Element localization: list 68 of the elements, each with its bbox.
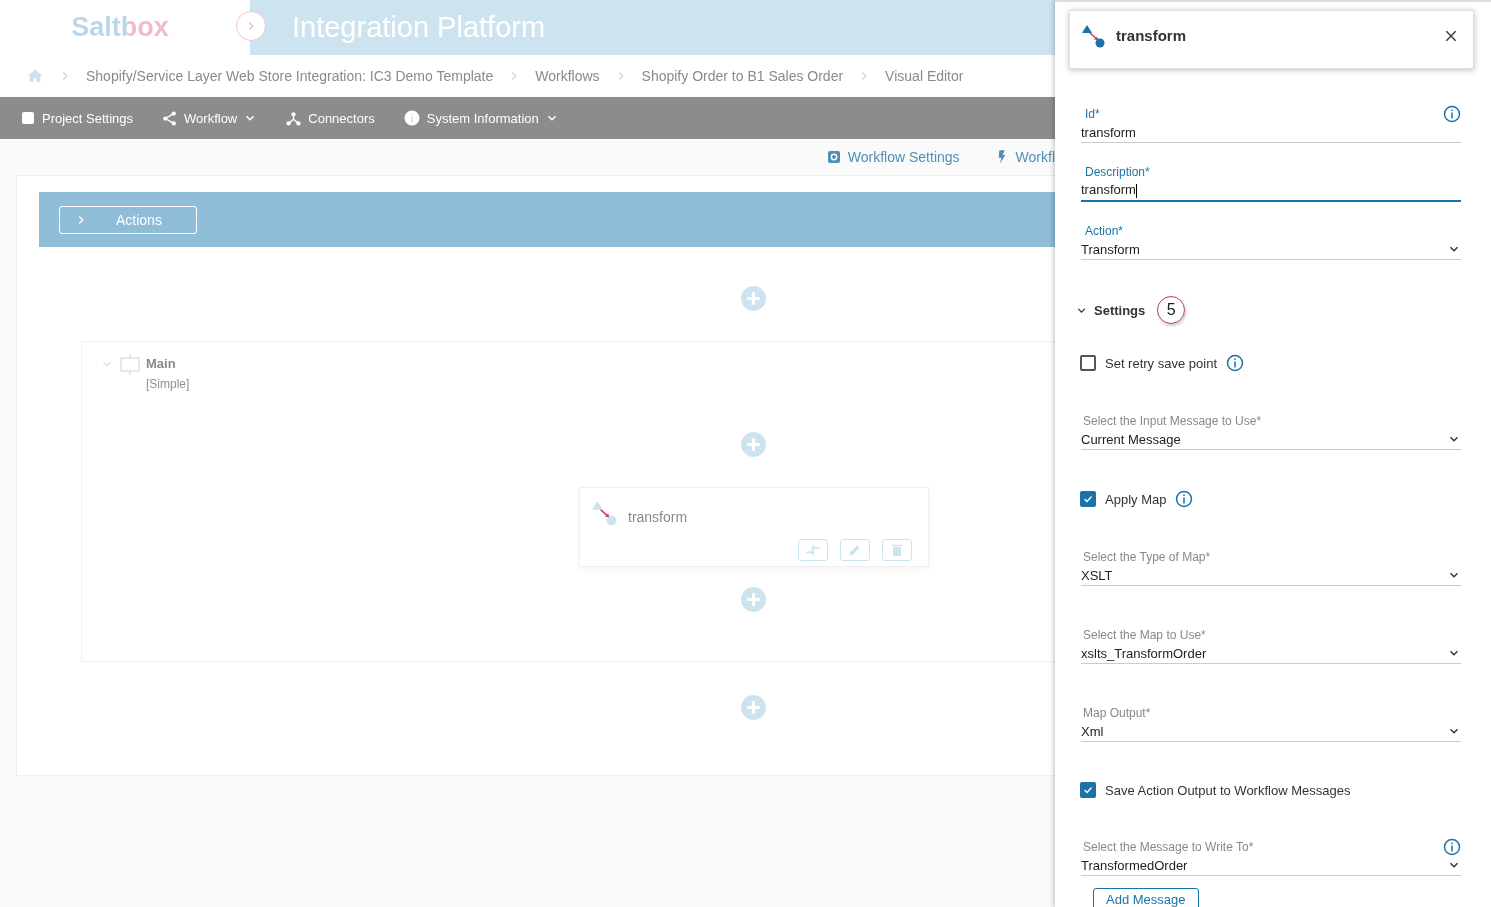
action-node[interactable]: transform bbox=[579, 487, 929, 567]
add-step-icon bbox=[741, 286, 766, 311]
breadcrumb-link[interactable]: Visual Editor bbox=[885, 68, 964, 84]
select-field[interactable]: Map Output* Xml bbox=[1081, 704, 1461, 742]
field-value: XSLT bbox=[1081, 567, 1113, 583]
select-field[interactable]: Select the Message to Write To* TransformedOrder bbox=[1081, 838, 1461, 876]
swap-button[interactable] bbox=[798, 539, 828, 561]
sidebar-toggle[interactable] bbox=[236, 11, 266, 41]
select-field[interactable]: Select the Map to Use* xslts_TransformOrder bbox=[1081, 626, 1461, 664]
group-type: [Simple] bbox=[146, 377, 190, 391]
select-field[interactable]: Action* Transform bbox=[1081, 222, 1461, 260]
select-field[interactable]: Select the Type of Map* XSLT bbox=[1081, 548, 1461, 586]
breadcrumb-link[interactable]: Shopify Order to B1 Sales Order bbox=[641, 68, 844, 84]
section-title[interactable]: Settings bbox=[1094, 302, 1146, 318]
breadcrumb-link[interactable]: Shopify/Service Layer Web Store Integration: IC3 Demo Template bbox=[86, 68, 494, 84]
info-icon bbox=[402, 109, 421, 127]
add-step-icon bbox=[741, 432, 766, 457]
nav-menu-item[interactable]: Connectors bbox=[285, 109, 375, 127]
field-label: Select the Message to Write To* bbox=[1082, 840, 1254, 854]
panel-title: transform bbox=[1116, 27, 1187, 44]
field-label: Select the Type of Map* bbox=[1082, 550, 1211, 564]
checkbox[interactable] bbox=[1080, 491, 1096, 507]
home-icon bbox=[26, 67, 44, 85]
share-icon bbox=[161, 109, 179, 127]
actions-toggle-button[interactable]: Actions bbox=[59, 205, 197, 234]
checkbox-label: Save Action Output to Workflow Messages bbox=[1105, 782, 1351, 798]
field-value: TransformedOrder bbox=[1081, 857, 1188, 873]
toolbar-button[interactable]: Workflow Settings bbox=[825, 149, 960, 165]
checkbox[interactable] bbox=[1080, 355, 1096, 371]
transform-icon bbox=[592, 500, 618, 526]
input-field[interactable]: Id* transform bbox=[1081, 105, 1461, 143]
field-value: Transform bbox=[1081, 241, 1140, 257]
input-field[interactable]: Description* transform bbox=[1081, 163, 1461, 202]
checkbox-label: Set retry save point bbox=[1105, 355, 1217, 371]
add-message-button[interactable]: Add Message bbox=[1093, 888, 1199, 907]
select-field[interactable]: Select the Input Message to Use* Current Message bbox=[1081, 412, 1461, 450]
checkbox[interactable] bbox=[1080, 782, 1096, 798]
field-label: Action* bbox=[1084, 224, 1124, 238]
field-label: Select the Map to Use* bbox=[1082, 628, 1206, 642]
add-step-button[interactable] bbox=[741, 587, 766, 612]
field-label: Map Output* bbox=[1082, 706, 1151, 720]
field-value: Xml bbox=[1081, 723, 1104, 739]
transform-icon bbox=[1082, 23, 1106, 48]
add-step-button[interactable] bbox=[741, 286, 766, 311]
group-title: Main bbox=[146, 356, 177, 371]
nav-menu-item[interactable]: System Information bbox=[402, 109, 559, 127]
action-label: transform bbox=[628, 509, 688, 525]
delete-button[interactable] bbox=[882, 539, 912, 561]
add-step-icon bbox=[741, 587, 766, 612]
network-icon bbox=[285, 109, 303, 127]
field-value: Current Message bbox=[1081, 431, 1181, 447]
trash-icon bbox=[889, 542, 905, 558]
field-value: transform bbox=[1081, 124, 1136, 140]
add-step-button[interactable] bbox=[741, 695, 766, 720]
toolbar-button[interactable]: Workfl bbox=[993, 149, 1055, 165]
breadcrumb-link[interactable]: Workflows bbox=[535, 68, 600, 84]
frame-icon bbox=[118, 352, 142, 376]
field-label: Select the Input Message to Use* bbox=[1082, 414, 1262, 428]
field-value: xslts_TransformOrder bbox=[1081, 645, 1207, 661]
add-step-icon bbox=[741, 695, 766, 720]
field-label: Description* bbox=[1084, 165, 1150, 179]
field-label: Id* bbox=[1084, 107, 1100, 121]
add-step-button[interactable] bbox=[741, 432, 766, 457]
checkbox-label: Apply Map bbox=[1105, 491, 1167, 507]
nav-menu-item[interactable]: Workflow bbox=[161, 109, 258, 127]
edit-button[interactable] bbox=[840, 539, 870, 561]
field-value: transform bbox=[1081, 182, 1137, 198]
nav-menu-item[interactable]: Project Settings bbox=[20, 110, 134, 126]
